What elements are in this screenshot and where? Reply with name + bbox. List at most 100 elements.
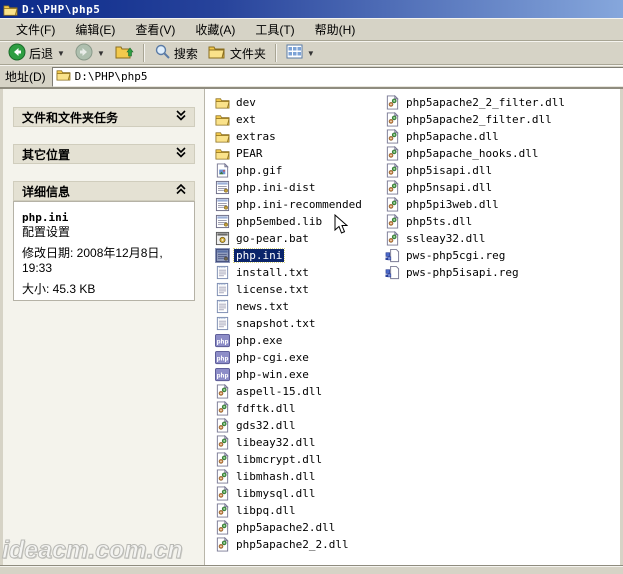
file-item-selected[interactable]: php.ini (215, 247, 383, 264)
file-item[interactable]: php5ts.dll (385, 213, 585, 230)
txt-icon (215, 299, 230, 314)
file-item[interactable]: aspell-15.dll (215, 383, 383, 400)
section-file-folder-tasks[interactable]: 文件和文件夹任务 (13, 107, 195, 127)
address-input[interactable]: D:\PHP\php5 (75, 70, 148, 83)
views-button[interactable]: ▼ (282, 43, 319, 63)
file-item[interactable]: php.ini-dist (215, 179, 383, 196)
folder-icon (56, 68, 71, 86)
file-item[interactable]: phpphp-win.exe (215, 366, 383, 383)
ini-icon (215, 197, 230, 212)
file-item[interactable]: install.txt (215, 264, 383, 281)
file-item[interactable]: ssleay32.dll (385, 230, 585, 247)
forward-button[interactable]: ▼ (71, 42, 109, 65)
file-label: php.ini-recommended (234, 198, 364, 211)
reg-icon (385, 265, 400, 280)
file-item[interactable]: libmysql.dll (215, 485, 383, 502)
dll-icon (385, 214, 400, 229)
folder-open-icon (3, 3, 18, 16)
menu-item-3[interactable]: 收藏(A) (185, 18, 245, 41)
section-title: 其它位置 (22, 146, 70, 163)
menu-item-5[interactable]: 帮助(H) (305, 18, 366, 41)
ini-icon (215, 248, 230, 263)
file-item[interactable]: php5apache.dll (385, 128, 585, 145)
file-label: libmcrypt.dll (234, 453, 324, 466)
file-item[interactable]: license.txt (215, 281, 383, 298)
file-item[interactable]: pws-php5cgi.reg (385, 247, 585, 264)
file-item[interactable]: fdftk.dll (215, 400, 383, 417)
menu-item-1[interactable]: 编辑(E) (65, 18, 125, 41)
file-item[interactable]: php5apache2_2_filter.dll (385, 94, 585, 111)
dll-icon (385, 146, 400, 161)
search-label: 搜索 (174, 45, 198, 62)
file-label: dev (234, 96, 258, 109)
file-item[interactable]: PEAR (215, 145, 383, 162)
file-item[interactable]: extras (215, 128, 383, 145)
menu-item-0[interactable]: 文件(F) (6, 18, 65, 41)
file-item[interactable]: libpq.dll (215, 502, 383, 519)
address-combo[interactable]: D:\PHP\php5 (52, 67, 623, 87)
file-item[interactable]: php5apache2_2.dll (215, 536, 383, 553)
menu-item-4[interactable]: 工具(T) (245, 18, 304, 41)
details-filename: php.ini (22, 211, 186, 225)
file-list-area: dev ext extras PEARphp.gifphp.ini-dist php.i… (205, 89, 620, 566)
back-button[interactable]: 后退 ▼ (4, 42, 69, 65)
chevron-double-down-icon[interactable] (176, 108, 186, 126)
file-label: extras (234, 130, 278, 143)
file-item[interactable]: php5apache2.dll (215, 519, 383, 536)
file-item[interactable]: phpphp.exe (215, 332, 383, 349)
section-details[interactable]: 详细信息 (13, 181, 195, 201)
file-item[interactable]: php5apache2_filter.dll (385, 111, 585, 128)
dll-icon (215, 537, 230, 552)
folder-up-icon (115, 43, 134, 63)
file-item[interactable]: php5nsapi.dll (385, 179, 585, 196)
file-label: libeay32.dll (234, 436, 317, 449)
file-item[interactable]: libeay32.dll (215, 434, 383, 451)
dll-icon (215, 520, 230, 535)
file-label: news.txt (234, 300, 291, 313)
ini-icon (215, 214, 230, 229)
file-label: license.txt (234, 283, 311, 296)
main-area: 文件和文件夹任务 其它位置 详细信息 php.ini 配置设置 修改日期: 20… (3, 89, 620, 566)
file-item[interactable]: libmcrypt.dll (215, 451, 383, 468)
chevron-double-up-icon[interactable] (176, 182, 186, 200)
address-bar: 地址(D) D:\PHP\php5 (0, 65, 623, 89)
views-dropdown-icon[interactable]: ▼ (307, 49, 315, 58)
svg-text:php: php (217, 354, 229, 362)
file-item[interactable]: php5embed.lib (215, 213, 383, 230)
title-bar[interactable]: D:\PHP\php5 (0, 0, 623, 18)
dll-icon (215, 384, 230, 399)
file-label: pws-php5isapi.reg (404, 266, 521, 279)
dll-icon (215, 469, 230, 484)
menu-item-2[interactable]: 查看(V) (125, 18, 185, 41)
file-item[interactable]: php5apache_hooks.dll (385, 145, 585, 162)
toolbar-separator (143, 44, 145, 62)
file-item[interactable]: php5isapi.dll (385, 162, 585, 179)
section-other-places[interactable]: 其它位置 (13, 144, 195, 164)
back-dropdown-icon[interactable]: ▼ (57, 49, 65, 58)
file-item[interactable]: snapshot.txt (215, 315, 383, 332)
file-label: php5nsapi.dll (404, 181, 494, 194)
file-label: install.txt (234, 266, 311, 279)
file-item[interactable]: phpphp-cgi.exe (215, 349, 383, 366)
ini-icon (215, 180, 230, 195)
file-item[interactable]: pws-php5isapi.reg (385, 264, 585, 281)
forward-dropdown-icon[interactable]: ▼ (97, 49, 105, 58)
menu-bar: 文件(F)编辑(E)查看(V)收藏(A)工具(T)帮助(H) (0, 18, 623, 41)
chevron-double-down-icon[interactable] (176, 145, 186, 163)
file-item[interactable]: go-pear.bat (215, 230, 383, 247)
file-item[interactable]: gds32.dll (215, 417, 383, 434)
file-item[interactable]: dev (215, 94, 383, 111)
search-button[interactable]: 搜索 (150, 42, 202, 64)
file-item[interactable]: php.ini-recommended (215, 196, 383, 213)
dll-icon (385, 112, 400, 127)
file-label: php.ini (234, 249, 284, 262)
dll-icon (215, 401, 230, 416)
file-label: php.exe (234, 334, 284, 347)
folders-button[interactable]: 文件夹 (204, 43, 270, 64)
file-item[interactable]: libmhash.dll (215, 468, 383, 485)
file-item[interactable]: php.gif (215, 162, 383, 179)
file-item[interactable]: php5pi3web.dll (385, 196, 585, 213)
up-button[interactable] (111, 42, 138, 64)
file-item[interactable]: ext (215, 111, 383, 128)
file-item[interactable]: news.txt (215, 298, 383, 315)
